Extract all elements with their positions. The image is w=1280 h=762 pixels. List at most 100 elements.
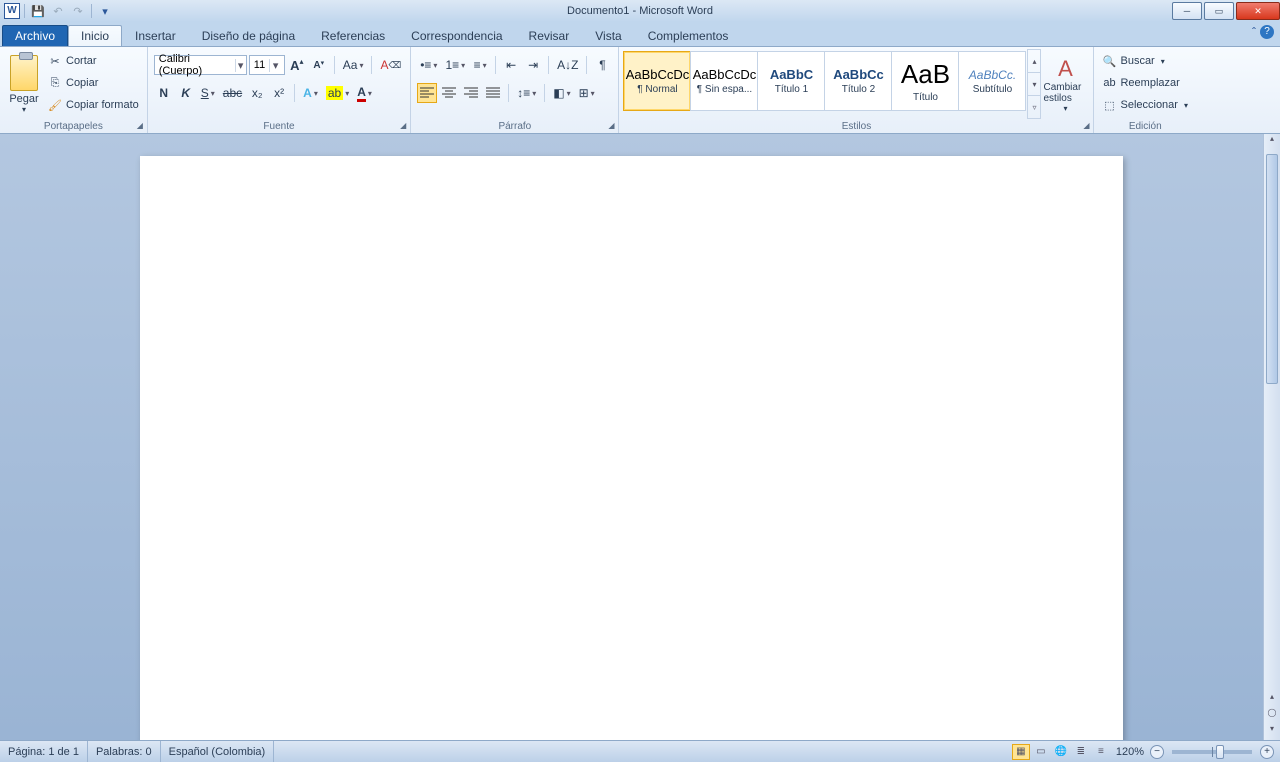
window-controls: ─ ▭ ✕ — [1170, 2, 1280, 20]
style--normal[interactable]: AaBbCcDc¶ Normal — [623, 51, 691, 111]
clear-formatting-button[interactable]: A⌫ — [377, 55, 404, 75]
view-print-layout[interactable]: ▦ — [1012, 744, 1030, 760]
gallery-more[interactable]: ▿ — [1028, 96, 1040, 118]
align-right-button[interactable] — [461, 83, 481, 103]
tab-insertar[interactable]: Insertar — [122, 25, 189, 46]
gallery-down[interactable]: ▾ — [1028, 73, 1040, 96]
tab-file[interactable]: Archivo — [2, 25, 68, 46]
redo-button[interactable]: ↷ — [69, 2, 87, 20]
view-web[interactable]: 🌐 — [1052, 744, 1070, 760]
style--sin-espa-[interactable]: AaBbCcDc¶ Sin espa... — [690, 51, 758, 111]
zoom-level[interactable]: 120% — [1116, 746, 1144, 758]
prev-page[interactable]: ▴ — [1264, 692, 1280, 708]
view-outline[interactable]: ≣ — [1072, 744, 1090, 760]
tab-referencias[interactable]: Referencias — [308, 25, 398, 46]
status-language[interactable]: Español (Colombia) — [161, 741, 275, 762]
clipboard-launcher[interactable]: ◢ — [135, 121, 145, 131]
copy-icon: ⎘ — [48, 76, 62, 90]
undo-button[interactable]: ↶ — [49, 2, 67, 20]
shrink-font-button[interactable]: A▾ — [309, 55, 329, 75]
browse-object[interactable]: ◯ — [1264, 708, 1280, 724]
styles-launcher[interactable]: ◢ — [1081, 121, 1091, 131]
numbering-button[interactable]: 1≡▾ — [442, 55, 468, 75]
style-t-tulo-1[interactable]: AaBbCTítulo 1 — [757, 51, 825, 111]
gallery-scroll: ▴ ▾ ▿ — [1027, 49, 1041, 119]
binoculars-icon: 🔍 — [1102, 54, 1116, 68]
app-icon[interactable]: W — [4, 3, 20, 19]
group-paragraph: •≡▾ 1≡▾ ≡▾ ⇤ ⇥ A↓Z ¶ — [411, 47, 619, 133]
group-clipboard-label: Portapapeles — [0, 121, 147, 132]
scroll-up[interactable]: ▴ — [1264, 134, 1280, 150]
help-icon[interactable]: ? — [1260, 25, 1274, 39]
tab-revisar[interactable]: Revisar — [516, 25, 583, 46]
borders-button[interactable]: ⊞▾ — [576, 83, 598, 103]
style-subt-tulo[interactable]: AaBbCc.Subtítulo — [958, 51, 1026, 111]
replace-button[interactable]: abReemplazar — [1100, 73, 1190, 93]
style-t-tulo[interactable]: AaBTítulo — [891, 51, 959, 111]
highlight-button[interactable]: ab▾ — [323, 83, 352, 103]
font-launcher[interactable]: ◢ — [398, 121, 408, 131]
change-styles-button[interactable]: A Cambiar estilos ▾ — [1041, 49, 1089, 119]
qat-customize[interactable]: ▾ — [96, 2, 114, 20]
tab-inicio[interactable]: Inicio — [68, 25, 122, 46]
page[interactable] — [140, 156, 1123, 740]
copy-button[interactable]: ⎘Copiar — [46, 73, 141, 93]
bold-button[interactable]: N — [154, 83, 174, 103]
paste-button[interactable]: Pegar ▾ — [4, 49, 44, 119]
select-button[interactable]: ⬚Seleccionar▾ — [1100, 95, 1190, 115]
status-page[interactable]: Página: 1 de 1 — [0, 741, 88, 762]
titlebar: W 💾 ↶ ↷ ▾ Documento1 - Microsoft Word ─ … — [0, 0, 1280, 22]
cut-button[interactable]: ✂Cortar — [46, 51, 141, 71]
shading-button[interactable]: ◧▾ — [550, 83, 573, 103]
italic-button[interactable]: K — [176, 83, 196, 103]
show-marks-button[interactable]: ¶ — [592, 55, 612, 75]
gallery-up[interactable]: ▴ — [1028, 50, 1040, 73]
status-words[interactable]: Palabras: 0 — [88, 741, 161, 762]
decrease-indent-button[interactable]: ⇤ — [501, 55, 521, 75]
vertical-scrollbar[interactable]: ▴ ▴ ◯ ▾ — [1263, 134, 1280, 740]
view-draft[interactable]: ≡ — [1092, 744, 1110, 760]
zoom-out[interactable]: − — [1150, 745, 1164, 759]
paragraph-launcher[interactable]: ◢ — [606, 121, 616, 131]
font-name-combo[interactable]: Calibri (Cuerpo)▾ — [154, 55, 247, 75]
multilevel-button[interactable]: ≡▾ — [470, 55, 490, 75]
font-size-combo[interactable]: 11▾ — [249, 55, 285, 75]
sort-button[interactable]: A↓Z — [554, 55, 581, 75]
justify-button[interactable] — [483, 83, 503, 103]
tab-complementos[interactable]: Complementos — [635, 25, 742, 46]
bullets-button[interactable]: •≡▾ — [417, 55, 440, 75]
align-center-button[interactable] — [439, 83, 459, 103]
underline-button[interactable]: S▾ — [198, 83, 218, 103]
zoom-slider[interactable] — [1172, 750, 1252, 754]
subscript-button[interactable]: x₂ — [247, 83, 267, 103]
maximize-button[interactable]: ▭ — [1204, 2, 1234, 20]
line-spacing-button[interactable]: ↕≡▾ — [514, 83, 539, 103]
tab-correspondencia[interactable]: Correspondencia — [398, 25, 515, 46]
change-case-button[interactable]: Aa▾ — [340, 55, 367, 75]
scissors-icon: ✂ — [48, 54, 62, 68]
font-color-button[interactable]: A▾ — [354, 83, 375, 103]
text-effects-button[interactable]: A▾ — [300, 83, 321, 103]
paste-label: Pegar — [9, 93, 38, 105]
minimize-ribbon-icon[interactable]: ˆ — [1252, 25, 1256, 39]
find-button[interactable]: 🔍Buscar▾ — [1100, 51, 1190, 71]
strikethrough-button[interactable]: abc — [220, 83, 245, 103]
grow-font-button[interactable]: A▴ — [287, 55, 307, 75]
close-button[interactable]: ✕ — [1236, 2, 1280, 20]
style-t-tulo-2[interactable]: AaBbCcTítulo 2 — [824, 51, 892, 111]
increase-indent-button[interactable]: ⇥ — [523, 55, 543, 75]
save-button[interactable]: 💾 — [29, 2, 47, 20]
group-font-label: Fuente — [148, 121, 410, 132]
tab-vista[interactable]: Vista — [582, 25, 634, 46]
group-clipboard: Pegar ▾ ✂Cortar ⎘Copiar 🖌Copiar formato … — [0, 47, 148, 133]
minimize-button[interactable]: ─ — [1172, 2, 1202, 20]
superscript-button[interactable]: x² — [269, 83, 289, 103]
next-page[interactable]: ▾ — [1264, 724, 1280, 740]
format-painter-button[interactable]: 🖌Copiar formato — [46, 95, 141, 115]
document-area: ▴ ▴ ◯ ▾ — [0, 134, 1280, 740]
tab-diseno[interactable]: Diseño de página — [189, 25, 308, 46]
view-fullscreen[interactable]: ▭ — [1032, 744, 1050, 760]
align-left-button[interactable] — [417, 83, 437, 103]
scroll-thumb[interactable] — [1266, 154, 1278, 384]
zoom-in[interactable]: + — [1260, 745, 1274, 759]
